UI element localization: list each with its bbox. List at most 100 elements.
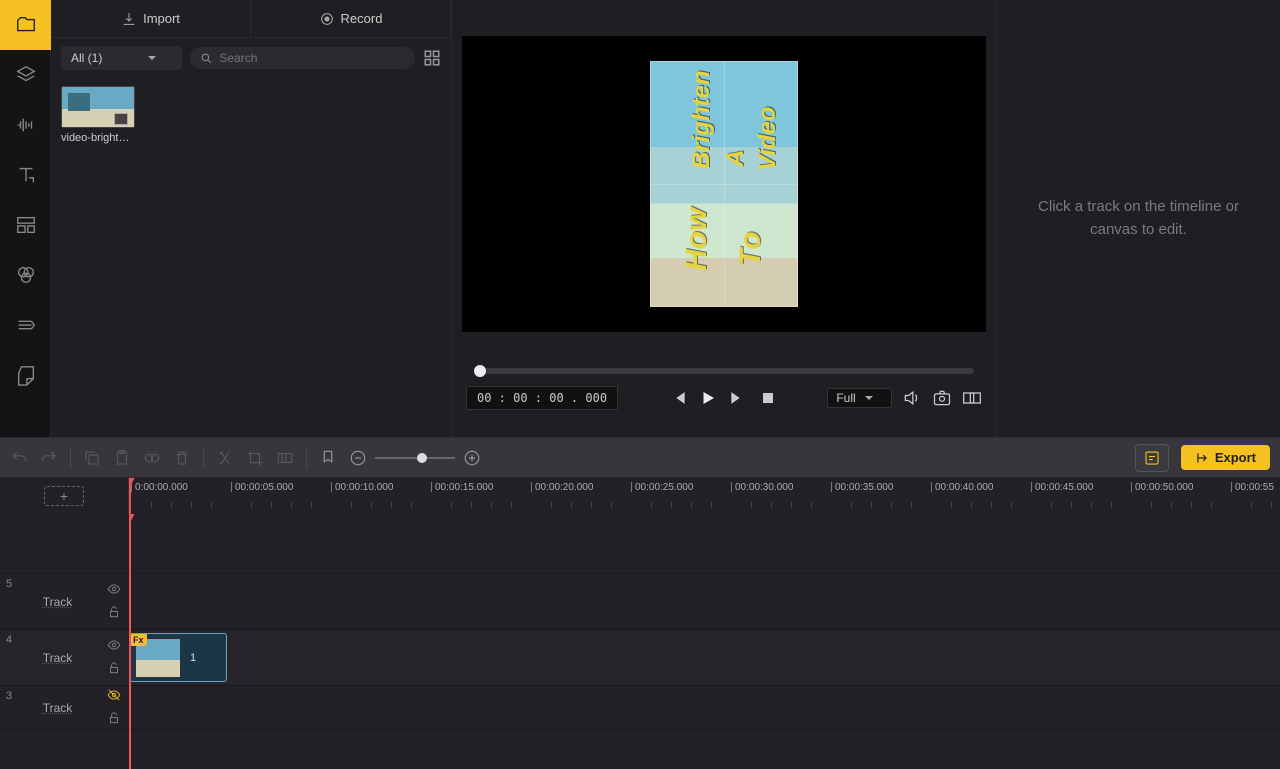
left-nav — [0, 0, 51, 437]
grid-view-toggle-icon[interactable] — [423, 49, 441, 67]
duplicate-button[interactable] — [143, 449, 161, 467]
zoom-out-button[interactable] — [349, 449, 367, 467]
ruler-tick: 00:00:05.000 — [231, 482, 293, 492]
nav-template-icon[interactable] — [0, 200, 51, 250]
nav-color-icon[interactable] — [0, 250, 51, 300]
timeline-ruler[interactable]: 0:00:00.000 00:00:05.000 00:00:10.000 00:00… — [129, 478, 1280, 514]
track-lane[interactable] — [129, 574, 1280, 630]
canvas-text: A — [722, 150, 750, 167]
canvas-text: How — [680, 208, 714, 271]
playhead-line[interactable] — [129, 514, 131, 769]
import-label: Import — [143, 11, 180, 26]
export-label: Export — [1215, 450, 1256, 465]
zoom-handle[interactable] — [417, 453, 427, 463]
nav-sticker-icon[interactable] — [0, 350, 51, 400]
nav-audio-icon[interactable] — [0, 100, 51, 150]
canvas-text: Video — [754, 107, 782, 171]
ruler-tick: 00:00:35.000 — [831, 482, 893, 492]
add-track-button[interactable]: + — [44, 486, 84, 506]
nav-transition-icon[interactable] — [0, 300, 51, 350]
track-lane[interactable] — [129, 514, 1280, 574]
media-item[interactable]: video-bright… — [61, 86, 135, 144]
media-panel: Import Record All (1) — [51, 0, 451, 437]
redo-button[interactable] — [40, 449, 58, 467]
delete-button[interactable] — [173, 449, 191, 467]
timecode: 00 : 00 : 00 . 000 — [466, 386, 618, 410]
play-button[interactable] — [698, 388, 718, 408]
clip[interactable]: Fx 1 — [129, 633, 227, 682]
track-head[interactable]: 5 Track — [0, 574, 129, 630]
canvas-text: Brighten — [688, 70, 716, 169]
paste-button[interactable] — [113, 449, 131, 467]
nav-layers-icon[interactable] — [0, 50, 51, 100]
stop-button[interactable] — [758, 388, 778, 408]
track-head[interactable]: 3 Track — [0, 686, 129, 730]
media-item-label: video-bright… — [61, 132, 135, 144]
track-head[interactable]: 4 Track — [0, 630, 129, 686]
nav-text-icon[interactable] — [0, 150, 51, 200]
track-label: Track — [8, 651, 107, 665]
zoom-in-button[interactable] — [463, 449, 481, 467]
export-button[interactable]: Export — [1181, 445, 1270, 470]
zoom-slider[interactable] — [375, 457, 455, 459]
volume-icon[interactable] — [902, 388, 922, 408]
crop-button[interactable] — [246, 449, 264, 467]
canvas-text: To — [734, 231, 768, 267]
nav-media-icon[interactable] — [0, 0, 51, 50]
search-icon — [200, 52, 213, 65]
speed-button[interactable] — [276, 449, 294, 467]
filter-value: All (1) — [71, 51, 102, 65]
timeline-tracks[interactable]: Fx 1 — [129, 514, 1280, 769]
ruler-tick: 00:00:20.000 — [531, 482, 593, 492]
search-input[interactable] — [219, 51, 405, 65]
ruler-tick: 00:00:10.000 — [331, 482, 393, 492]
export-icon — [1195, 451, 1209, 465]
canvas-content: Brighten A Video How To — [650, 61, 798, 307]
progress-handle[interactable] — [474, 365, 486, 377]
ruler-tick: 00:00:45.000 — [1031, 482, 1093, 492]
auto-edit-button[interactable] — [1135, 444, 1169, 472]
lock-icon[interactable] — [107, 661, 121, 678]
track-label: Track — [8, 595, 107, 609]
clip-index: 1 — [190, 652, 196, 664]
undo-button[interactable] — [10, 449, 28, 467]
copy-button[interactable] — [83, 449, 101, 467]
record-tab[interactable]: Record — [251, 0, 451, 37]
timeline-head: + — [0, 478, 129, 514]
lock-icon[interactable] — [107, 711, 121, 728]
ruler-tick: 00:00:30.000 — [731, 482, 793, 492]
prev-frame-button[interactable] — [668, 388, 688, 408]
split-button[interactable] — [216, 449, 234, 467]
playhead[interactable] — [129, 478, 131, 514]
media-filter-select[interactable]: All (1) — [61, 46, 182, 70]
properties-hint: Click a track on the timeline or canvas … — [997, 196, 1280, 241]
ruler-tick: 00:00:40.000 — [931, 482, 993, 492]
search-box[interactable] — [190, 47, 415, 69]
lock-icon[interactable] — [107, 605, 121, 622]
track-lane[interactable]: Fx 1 — [129, 630, 1280, 686]
ruler-tick: 0:00:00.000 — [131, 482, 188, 492]
record-label: Record — [341, 11, 383, 26]
marker-button[interactable] — [319, 449, 337, 467]
preview-progress[interactable] — [474, 368, 974, 374]
fx-badge: Fx — [130, 634, 147, 646]
timeline: + 0:00:00.000 00:00:05.000 00:00:10.000 00:… — [0, 478, 1280, 769]
ruler-tick: 00:00:55 — [1231, 482, 1274, 492]
ruler-tick: 00:00:25.000 — [631, 482, 693, 492]
properties-panel: Click a track on the timeline or canvas … — [996, 0, 1280, 437]
preview-canvas[interactable]: Brighten A Video How To — [462, 36, 986, 332]
fullscreen-icon[interactable] — [962, 388, 982, 408]
track-number: 5 — [6, 578, 12, 590]
import-tab[interactable]: Import — [51, 0, 251, 37]
visibility-hidden-icon[interactable] — [107, 688, 121, 705]
preview-zoom-select[interactable]: Full — [827, 388, 892, 408]
visibility-icon[interactable] — [107, 638, 121, 655]
track-number: 4 — [6, 634, 12, 646]
media-thumbnail — [61, 86, 135, 128]
zoom-value: Full — [836, 391, 855, 405]
visibility-icon[interactable] — [107, 582, 121, 599]
track-lane[interactable] — [129, 686, 1280, 730]
track-number: 3 — [6, 690, 12, 702]
snapshot-icon[interactable] — [932, 388, 952, 408]
next-frame-button[interactable] — [728, 388, 748, 408]
